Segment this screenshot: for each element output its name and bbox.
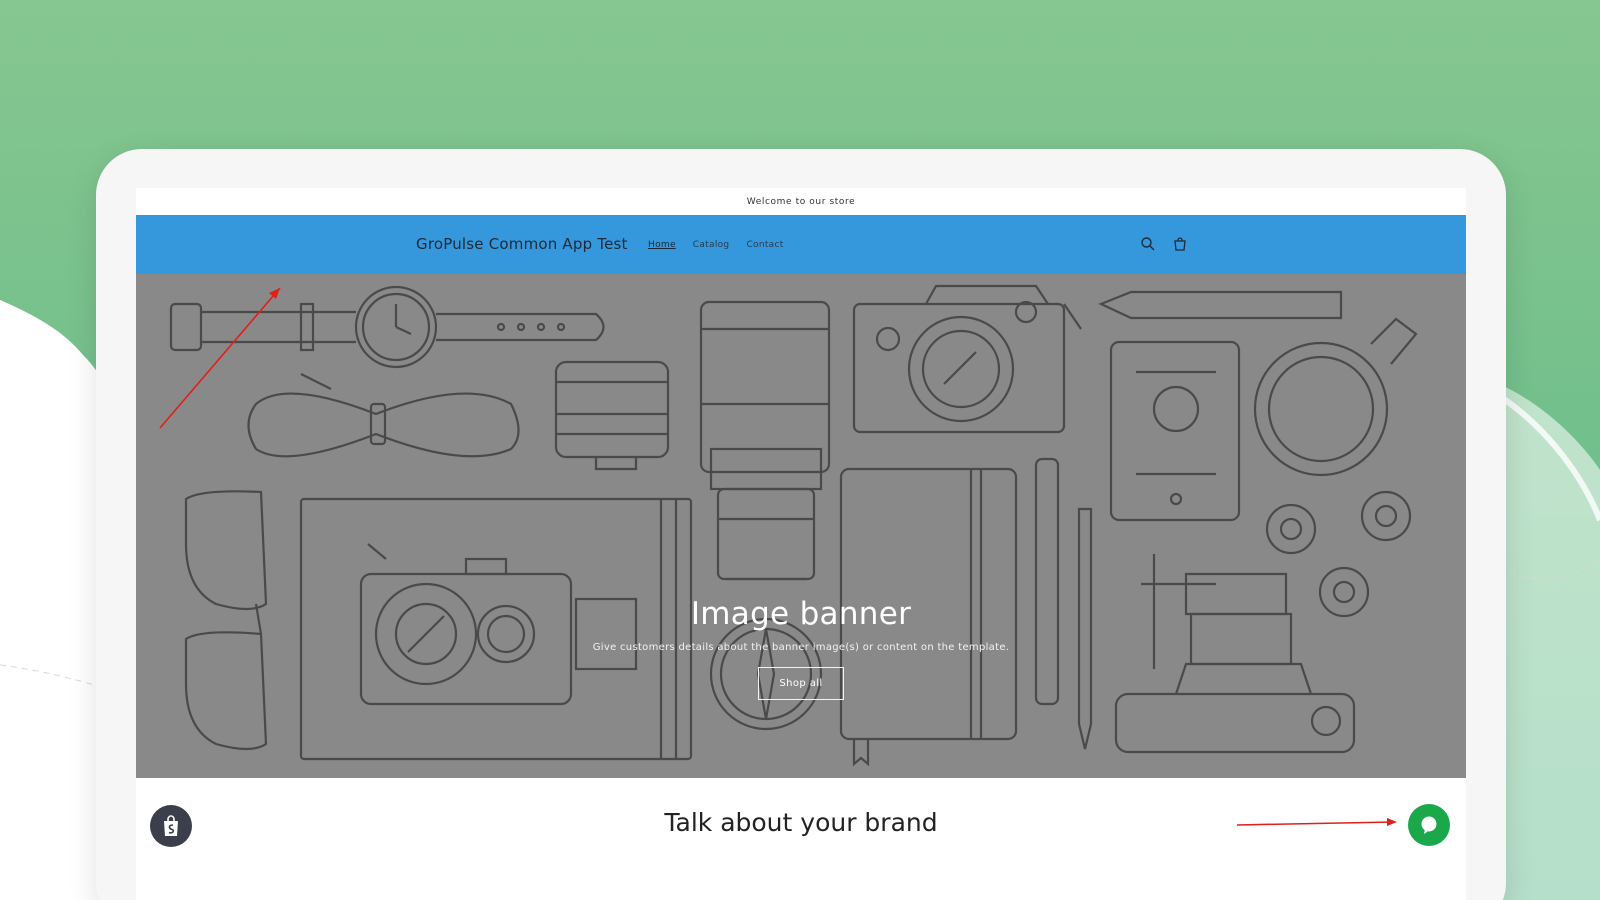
main-nav: Home Catalog Contact [648, 240, 784, 250]
banner-content: Image banner Give customers details abou… [136, 596, 1466, 700]
nav-home[interactable]: Home [648, 240, 676, 250]
announcement-text: Welcome to our store [746, 196, 856, 207]
cart-icon[interactable] [1172, 236, 1188, 252]
store-screen: Welcome to our store GroPulse Common App… [136, 188, 1466, 900]
chat-bubble-icon[interactable] [1408, 804, 1450, 846]
banner-illustration [169, 284, 1418, 767]
brand-section: Talk about your brand [136, 778, 1466, 900]
nav-catalog[interactable]: Catalog [693, 240, 730, 250]
brand-title: Talk about your brand [664, 808, 938, 837]
shop-all-button[interactable]: Shop all [758, 667, 844, 700]
store-title[interactable]: GroPulse Common App Test [416, 235, 628, 253]
banner-title: Image banner [690, 596, 912, 632]
store-header: GroPulse Common App Test Home Catalog Co… [136, 215, 1466, 274]
nav-contact[interactable]: Contact [746, 240, 783, 250]
search-icon[interactable] [1140, 236, 1156, 252]
header-icons [1140, 236, 1188, 252]
banner-subtitle: Give customers details about the banner … [592, 642, 1010, 653]
image-banner: Image banner Give customers details abou… [136, 274, 1466, 778]
announcement-bar: Welcome to our store [136, 188, 1466, 215]
